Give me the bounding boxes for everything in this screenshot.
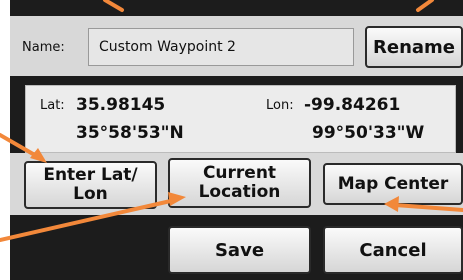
current-location-label-line2: Location [198, 182, 281, 202]
enter-lat-lon-label-line2: Lon [73, 184, 108, 204]
coordinates-display: Lat: 35.98145 35°58'53"N Lon: -99.84261 … [25, 85, 456, 153]
lat-dms: 35°58'53"N [76, 123, 184, 143]
rename-button[interactable]: Rename [365, 26, 463, 68]
lat-label: Lat: [40, 98, 65, 113]
lon-dms: 99°50'33"W [312, 123, 425, 143]
waypoint-name-field[interactable]: Custom Waypoint 2 [88, 28, 354, 66]
waypoint-dialog: Name: Custom Waypoint 2 Rename Lat: 35.9… [10, 0, 463, 280]
map-center-button[interactable]: Map Center [323, 163, 463, 205]
enter-lat-lon-label-line1: Enter Lat/ [43, 165, 138, 185]
lat-decimal: 35.98145 [76, 95, 166, 115]
save-button[interactable]: Save [168, 226, 311, 274]
current-location-button[interactable]: Current Location [168, 158, 311, 208]
lon-decimal: -99.84261 [304, 95, 401, 115]
cancel-button[interactable]: Cancel [323, 226, 463, 274]
name-label: Name: [22, 40, 65, 55]
enter-lat-lon-button[interactable]: Enter Lat/ Lon [24, 161, 157, 209]
current-location-label-line1: Current [202, 163, 277, 183]
lon-label: Lon: [266, 98, 294, 113]
